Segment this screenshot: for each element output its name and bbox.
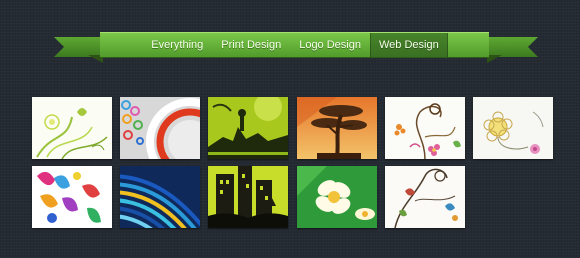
thumbnail-floral-ornament-pink[interactable]	[385, 97, 465, 159]
thumbnail-city-skyline-grunge[interactable]	[208, 166, 288, 228]
thumbnail-blue-swirl-stripes[interactable]	[120, 166, 200, 228]
floral-ornament-image	[385, 97, 465, 159]
retro-circles-image	[120, 97, 200, 159]
city-skyline-image	[208, 166, 288, 228]
decorative-vines-image	[385, 166, 465, 228]
plumeria-flowers-image	[297, 166, 377, 228]
thumbnail-decorative-vines[interactable]	[385, 166, 465, 228]
thumbnail-flower-line-art[interactable]	[473, 97, 553, 159]
thumbnail-green-grunge-silhouette[interactable]	[208, 97, 288, 159]
thumbnail-colorful-paisley[interactable]	[32, 166, 112, 228]
floral-swirl-image	[32, 97, 112, 159]
bonsai-tree-image	[297, 97, 377, 159]
thumbnail-retro-circles-red[interactable]	[120, 97, 200, 159]
thumbnail-plumeria-flowers[interactable]	[297, 166, 377, 228]
thumbnail-gallery	[0, 0, 580, 258]
green-grunge-image	[208, 97, 288, 159]
flower-line-art-image	[473, 97, 553, 159]
colorful-paisley-image	[32, 166, 112, 228]
blue-swirl-image	[120, 166, 200, 228]
thumbnail-floral-swirl-green[interactable]	[32, 97, 112, 159]
thumbnail-bonsai-tree-sunset[interactable]	[297, 97, 377, 159]
